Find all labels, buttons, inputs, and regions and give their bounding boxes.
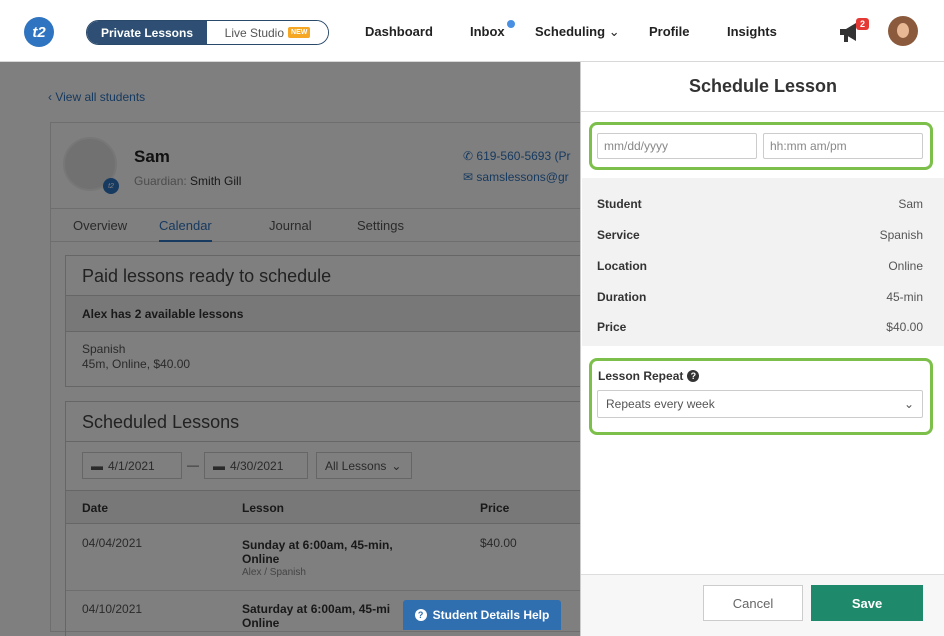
- top-nav: t2 Private Lessons Live Studio NEW Dashb…: [0, 0, 944, 62]
- summary-value: Spanish: [879, 228, 923, 242]
- summary-row-service: Service Spanish: [597, 228, 923, 242]
- nav-scheduling[interactable]: Scheduling ⌄: [535, 24, 620, 40]
- summary-key: Service: [597, 228, 640, 242]
- help-icon: ?: [414, 609, 427, 621]
- schedule-lesson-panel: Schedule Lesson Student Sam Service Span…: [580, 62, 944, 636]
- chevron-down-icon: ⌄: [608, 24, 620, 39]
- summary-value: $40.00: [886, 320, 923, 334]
- save-button[interactable]: Save: [811, 585, 923, 621]
- lesson-repeat-value: Repeats every week: [606, 397, 715, 411]
- cancel-button[interactable]: Cancel: [703, 585, 803, 621]
- lesson-repeat-label: Lesson Repeat ?: [598, 369, 700, 383]
- nav-profile[interactable]: Profile: [649, 24, 689, 39]
- summary-row-price: Price $40.00: [597, 320, 923, 334]
- summary-value: Sam: [898, 197, 923, 211]
- user-avatar[interactable]: [888, 16, 918, 46]
- product-switcher: Private Lessons Live Studio NEW: [86, 20, 329, 45]
- nav-scheduling-label: Scheduling: [535, 24, 606, 39]
- logo[interactable]: t2: [24, 17, 54, 47]
- live-studio-label: Live Studio: [224, 25, 285, 40]
- nav-dashboard[interactable]: Dashboard: [365, 24, 433, 39]
- time-input[interactable]: [763, 133, 923, 159]
- student-details-help-button[interactable]: ? Student Details Help: [403, 600, 561, 630]
- summary-value: Online: [888, 259, 923, 273]
- summary-row-location: Location Online: [597, 259, 923, 273]
- help-label: Student Details Help: [432, 608, 550, 622]
- new-badge: NEW: [288, 27, 311, 38]
- summary-value: 45-min: [886, 290, 923, 304]
- notification-badge: 2: [856, 18, 870, 30]
- date-input[interactable]: [597, 133, 757, 159]
- lesson-repeat-select[interactable]: Repeats every week ⌄: [597, 390, 923, 418]
- chevron-down-icon: ⌄: [903, 397, 914, 411]
- nav-inbox[interactable]: Inbox: [470, 24, 505, 39]
- help-icon[interactable]: ?: [687, 370, 700, 382]
- panel-title: Schedule Lesson: [581, 62, 944, 112]
- private-lessons-tab[interactable]: Private Lessons: [87, 21, 207, 44]
- summary-row-student: Student Sam: [597, 197, 923, 211]
- panel-footer: Cancel Save: [581, 574, 944, 636]
- summary-key: Location: [597, 259, 647, 273]
- summary-key: Price: [597, 320, 627, 334]
- summary-key: Student: [597, 197, 642, 211]
- summary-row-duration: Duration 45-min: [597, 290, 923, 304]
- lesson-repeat-text: Lesson Repeat: [598, 369, 684, 383]
- summary-key: Duration: [597, 290, 647, 304]
- modal-overlay[interactable]: [0, 62, 580, 636]
- inbox-unread-dot: [507, 20, 515, 28]
- nav-insights[interactable]: Insights: [727, 24, 777, 39]
- live-studio-tab[interactable]: Live Studio NEW: [207, 21, 328, 44]
